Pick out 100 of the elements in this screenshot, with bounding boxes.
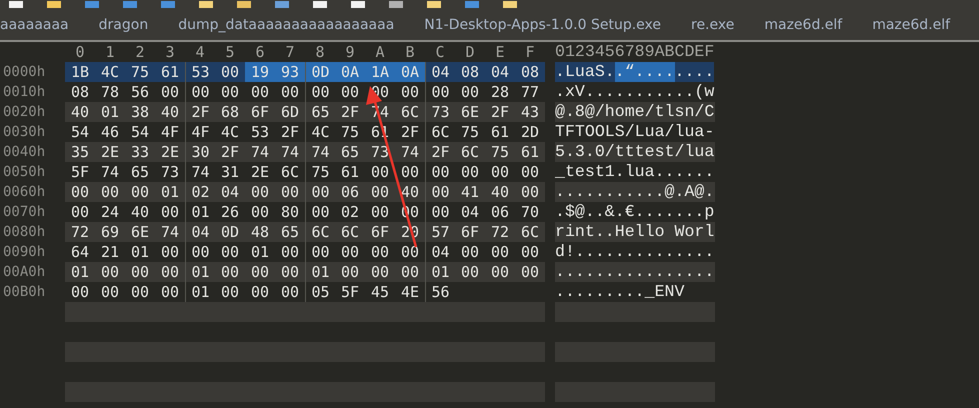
column-header: 3 xyxy=(164,42,176,62)
hex-byte: 6E xyxy=(460,102,480,122)
hex-byte: 4F xyxy=(160,122,180,142)
hex-byte: 6C xyxy=(280,162,300,182)
hex-byte: 40 xyxy=(400,182,420,202)
hex-byte: 2F xyxy=(185,102,215,122)
hex-byte: 2F xyxy=(340,102,360,122)
file-tab[interactable]: dragon xyxy=(98,16,148,32)
hex-byte: 2F xyxy=(400,122,420,142)
hex-byte: 00 xyxy=(520,262,540,282)
hex-byte: 00 xyxy=(280,182,300,202)
hex-byte: 73 xyxy=(425,102,455,122)
hex-byte: 00 xyxy=(220,262,240,282)
hex-byte: 00 xyxy=(400,242,420,262)
hex-byte: 00 xyxy=(250,82,270,102)
hex-byte: 2F xyxy=(220,142,240,162)
ascii-text: d!.............. xyxy=(555,242,714,262)
hex-byte: 02 xyxy=(185,182,215,202)
column-header: 6 xyxy=(254,42,266,62)
hex-byte: 00 xyxy=(215,62,245,82)
hex-byte: 53 xyxy=(250,122,270,142)
ascii-text: ................ xyxy=(555,262,714,282)
hex-byte: 00 xyxy=(160,282,180,302)
hex-byte: 54 xyxy=(70,122,90,142)
hex-byte: 00 xyxy=(250,202,270,222)
hex-byte: 61 xyxy=(520,142,540,162)
hex-byte: 61 xyxy=(490,122,510,142)
hex-byte: 2E xyxy=(250,162,270,182)
column-header: E xyxy=(494,42,506,62)
hex-byte: 21 xyxy=(100,242,120,262)
hex-byte: 19 xyxy=(245,62,275,82)
ascii-text: 5.3.0/tttest/lua xyxy=(555,142,714,162)
hex-byte: 74 xyxy=(160,222,180,242)
hex-byte: 46 xyxy=(100,122,120,142)
ascii-text: .$@..&.€.......p xyxy=(555,202,714,222)
hex-byte: 01 xyxy=(425,262,455,282)
hex-byte: 06 xyxy=(340,182,360,202)
hex-byte: 68 xyxy=(220,102,240,122)
hex-byte: 0D xyxy=(220,222,240,242)
hex-byte: 74 xyxy=(250,142,270,162)
hex-byte: 2D xyxy=(520,122,540,142)
hex-byte: 73 xyxy=(370,142,390,162)
column-header: 7 xyxy=(284,42,296,62)
hex-byte: 54 xyxy=(130,122,150,142)
file-tab[interactable]: aaaaaaaa xyxy=(0,16,69,32)
offset-label: 0050h xyxy=(2,164,46,180)
hex-byte: 38 xyxy=(130,102,150,122)
hex-byte: 2F xyxy=(425,142,455,162)
ascii-text: .... xyxy=(674,62,714,82)
hex-byte: 01 xyxy=(305,262,335,282)
file-tab[interactable]: maze6d.elf xyxy=(872,16,950,32)
ascii-text: _test1.lua...... xyxy=(555,162,714,182)
hex-byte: 00 xyxy=(305,182,335,202)
hex-byte: 30 xyxy=(185,142,215,162)
hex-byte: 65 xyxy=(130,162,150,182)
column-header: 4 xyxy=(194,42,206,62)
hex-byte: 93 xyxy=(275,62,305,82)
hex-byte: 56 xyxy=(130,82,150,102)
hex-byte: 6D xyxy=(280,102,300,122)
column-header: 0 xyxy=(74,42,86,62)
hex-byte: 00 xyxy=(370,182,390,202)
hex-byte: 00 xyxy=(280,82,300,102)
hex-byte: 00 xyxy=(70,202,90,222)
column-header: F xyxy=(524,42,536,62)
hex-byte: 80 xyxy=(280,202,300,222)
hex-byte: 00 xyxy=(340,82,360,102)
hex-byte: 33 xyxy=(130,142,150,162)
hex-byte: 73 xyxy=(160,162,180,182)
hex-byte: 26 xyxy=(220,202,240,222)
hex-byte: 74 xyxy=(100,162,120,182)
hex-byte: 57 xyxy=(425,222,455,242)
hex-byte: 31 xyxy=(220,162,240,182)
hex-byte: 08 xyxy=(455,62,485,82)
hex-byte: 6C xyxy=(520,222,540,242)
file-tab[interactable]: dump_dataaaaaaaaaaaaaaaaa xyxy=(178,16,394,32)
hex-byte: 00 xyxy=(400,262,420,282)
file-tab[interactable]: re.exe xyxy=(691,16,734,32)
hex-byte: 00 xyxy=(520,182,540,202)
offset-label: 00B0h xyxy=(2,284,46,300)
hex-byte: 00 xyxy=(340,242,360,262)
ascii-text: TFTOOLS/Lua/lua- xyxy=(555,122,714,142)
hex-byte: 00 xyxy=(250,182,270,202)
hex-byte: 40 xyxy=(70,102,90,122)
hex-byte: 00 xyxy=(100,182,120,202)
hex-byte: 6C xyxy=(340,222,360,242)
hex-byte: 00 xyxy=(520,162,540,182)
file-tab[interactable]: N1-Desktop-Apps-1.0.0 Setup.exe xyxy=(424,16,661,32)
offset-label: 0030h xyxy=(2,124,46,140)
hex-byte: 00 xyxy=(220,242,240,262)
offset-label: 0090h xyxy=(2,244,46,260)
hex-byte: 00 xyxy=(370,262,390,282)
hex-byte: 1A xyxy=(365,62,395,82)
hex-byte: 40 xyxy=(490,182,510,202)
ascii-text: ...........@.A@. xyxy=(555,182,714,202)
offset-label: 0070h xyxy=(2,204,46,220)
file-tab[interactable]: maze6d.elf xyxy=(764,16,842,32)
hex-byte: 00 xyxy=(160,82,180,102)
hex-byte: 00 xyxy=(490,162,510,182)
hex-byte: 75 xyxy=(460,122,480,142)
hex-byte: 00 xyxy=(460,82,480,102)
